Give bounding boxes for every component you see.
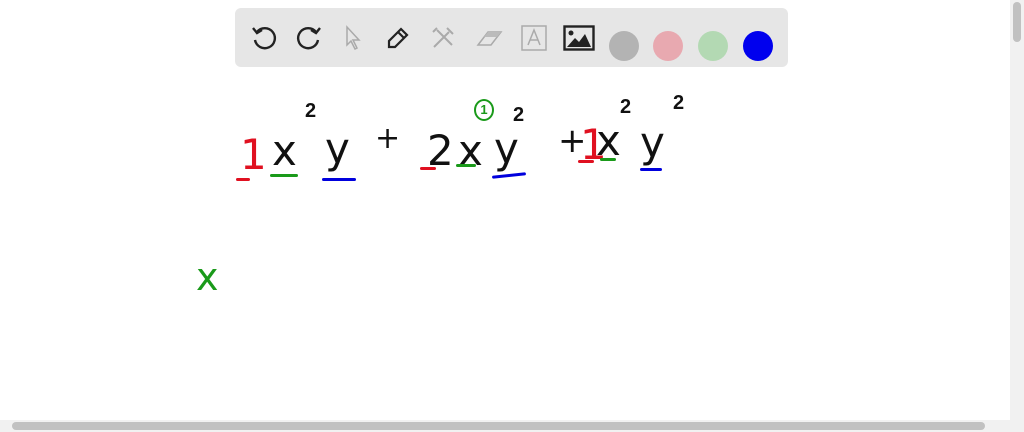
underline-blue: [322, 178, 356, 181]
term2-coef: 2: [427, 126, 454, 175]
pen-button[interactable]: [382, 22, 414, 54]
underline-red: [578, 160, 594, 163]
undo-icon: [252, 27, 276, 50]
term3-y: y: [640, 118, 665, 167]
term1-x-exp: 2: [305, 100, 317, 122]
underline-green: [600, 158, 616, 161]
image-icon: [563, 25, 595, 51]
vertical-scroll-thumb[interactable]: [1013, 2, 1021, 42]
plus-1: +: [375, 121, 401, 156]
tools-button[interactable]: [427, 22, 459, 54]
undo-button[interactable]: [248, 22, 280, 54]
underline-blue: [640, 168, 662, 171]
color-red[interactable]: [653, 31, 683, 61]
underline-red: [236, 178, 250, 181]
color-green[interactable]: [698, 31, 728, 61]
underline-blue: [491, 172, 527, 179]
term1-x: x: [272, 126, 297, 175]
pencil-icon: [387, 27, 409, 49]
term2-y-exp: 2: [513, 104, 525, 126]
text-icon: [521, 25, 547, 51]
tools-icon: [432, 27, 454, 48]
underline-red: [420, 167, 436, 170]
eraser-button[interactable]: [473, 22, 505, 54]
eraser-icon: [476, 31, 503, 46]
term3-y-exp: 2: [673, 92, 685, 114]
underline-green: [270, 174, 298, 177]
note-x: x: [196, 255, 219, 299]
term2-x-exp-circled: 1: [474, 99, 494, 121]
term3-x: x: [596, 116, 621, 165]
horizontal-scrollbar[interactable]: [0, 420, 1024, 432]
term1-y: y: [325, 124, 350, 173]
select-button[interactable]: [337, 22, 369, 54]
color-blue[interactable]: [743, 31, 773, 61]
term3-x-exp: 2: [620, 96, 632, 118]
image-button[interactable]: [563, 22, 595, 54]
term1-coef: 1: [240, 130, 267, 179]
horizontal-scroll-thumb[interactable]: [12, 422, 985, 430]
underline-green: [456, 164, 476, 167]
redo-button[interactable]: [293, 22, 325, 54]
vertical-scrollbar[interactable]: [1010, 0, 1024, 420]
redo-icon: [297, 27, 321, 50]
cursor-icon: [346, 25, 361, 51]
term2-y: y: [494, 124, 519, 173]
text-button[interactable]: [518, 22, 550, 54]
toolbar: [235, 8, 788, 67]
color-gray[interactable]: [609, 31, 639, 61]
